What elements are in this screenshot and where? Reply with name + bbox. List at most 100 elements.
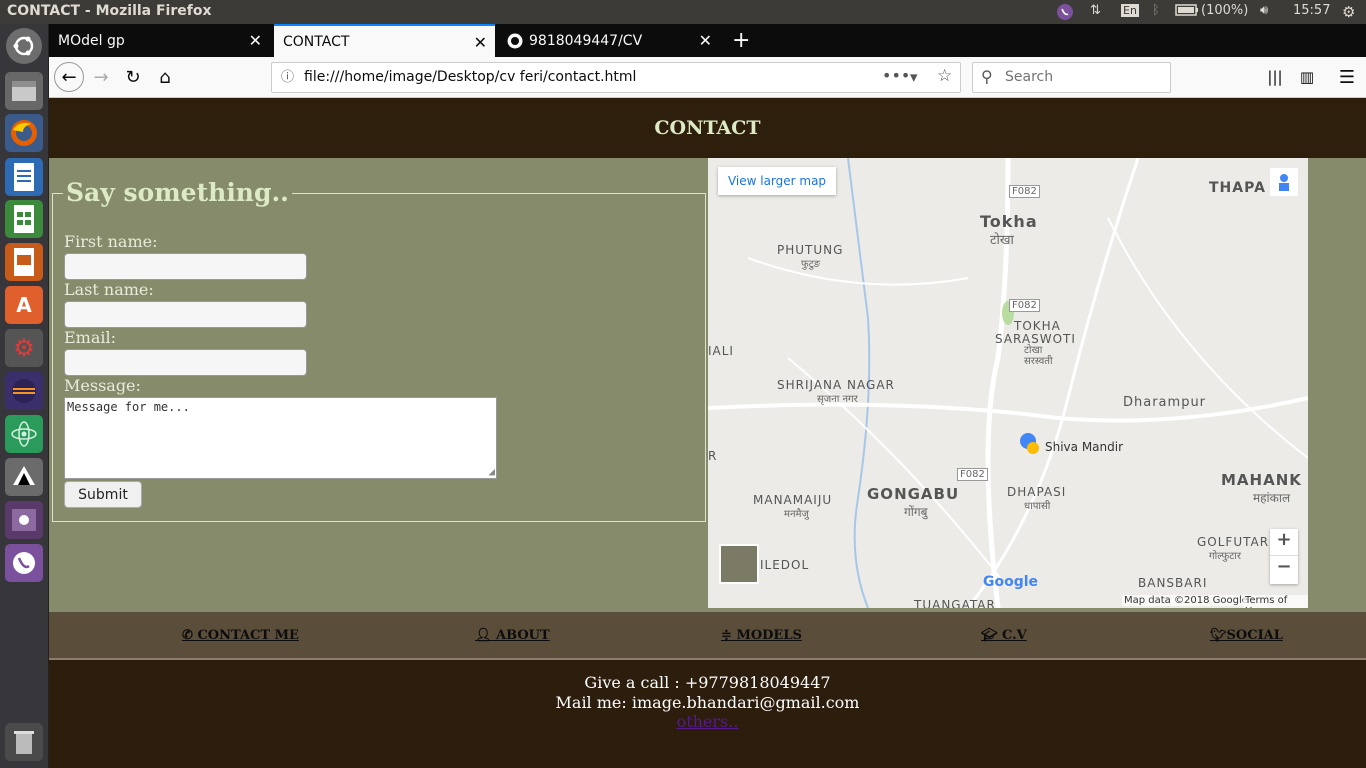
map-label: THAPA <box>1209 180 1266 196</box>
nav-contact-me[interactable]: ✆ CONTACT ME <box>182 628 299 643</box>
pegman-icon[interactable] <box>1270 168 1298 196</box>
nav-label: C.V <box>997 628 1027 643</box>
phone-icon: ✆ <box>182 628 193 643</box>
others-link[interactable]: others.. <box>677 712 739 731</box>
nav-cv[interactable]: 🎓︎ C.V <box>981 628 1027 643</box>
user-icon: 👤︎ <box>475 628 492 643</box>
map-label: धापासी <box>1024 501 1051 512</box>
url-text: file:///home/image/Desktop/cv feri/conta… <box>304 69 637 85</box>
search-bar[interactable]: ⚲ Search <box>972 62 1171 93</box>
bluetooth-icon[interactable]: ᛒ <box>1152 3 1160 18</box>
trash-icon[interactable] <box>5 723 43 761</box>
info-icon[interactable]: ⓘ <box>281 63 294 92</box>
submit-button[interactable]: Submit <box>64 481 142 508</box>
battery-percentage: (100%) <box>1201 3 1249 18</box>
ubuntu-dash-icon[interactable] <box>6 28 42 64</box>
firefox-icon[interactable] <box>5 114 43 152</box>
map-label: TOKHA <box>1014 319 1061 333</box>
page-actions-icon[interactable]: ••• <box>882 61 910 90</box>
map-label: GOLFUTAR <box>1197 535 1270 549</box>
reload-button[interactable]: ↻ <box>119 63 147 91</box>
battery-icon[interactable] <box>1175 3 1199 21</box>
volume-icon[interactable]: 🔊︎ <box>1260 3 1268 18</box>
calc-icon[interactable] <box>5 200 43 238</box>
writer-icon[interactable] <box>5 158 43 196</box>
message-textarea[interactable]: Message for me... ◢ <box>64 397 497 479</box>
sidebar-icon[interactable]: ▥ <box>1293 63 1321 91</box>
shiva-mandir-pin[interactable]: Shiva Mandir <box>1045 440 1123 454</box>
keyboard-layout-indicator[interactable]: En <box>1121 4 1139 17</box>
inkscape-icon[interactable] <box>5 458 43 496</box>
close-tab-icon[interactable]: ✕ <box>474 33 487 52</box>
map-label: IALI <box>708 344 734 358</box>
resize-handle-icon[interactable]: ◢ <box>488 465 495 478</box>
menu-icon[interactable]: ☰ <box>1333 63 1361 91</box>
settings-gear-icon[interactable]: ⚙ <box>1342 3 1355 21</box>
clock[interactable]: 15:57 <box>1293 3 1330 18</box>
terms-link[interactable]: Terms of Use <box>1243 595 1308 608</box>
contact-info: Give a call : +9779818049447 Mail me: im… <box>49 673 1366 732</box>
back-button[interactable]: ← <box>54 62 84 92</box>
system-settings-icon[interactable]: ⚙ <box>5 329 43 367</box>
map-label: R <box>708 449 718 463</box>
nav-models[interactable]: ≑ MODELS <box>721 628 802 643</box>
map-label: MANAMAIJU <box>753 493 833 507</box>
zoom-in-button[interactable]: + <box>1270 529 1298 556</box>
message-label: Message: <box>64 376 141 395</box>
eclipse-icon[interactable] <box>5 372 43 410</box>
road-marker: F082 <box>1009 185 1040 198</box>
last-name-label: Last name: <box>64 280 154 299</box>
message-placeholder: Message for me... <box>67 400 190 414</box>
close-tab-icon[interactable]: ✕ <box>249 31 262 50</box>
search-icon: ⚲ <box>981 67 993 86</box>
footer-nav: ✆ CONTACT ME 👤︎ ABOUT ≑ MODELS 🎓︎ C.V 🐦︎… <box>49 612 1366 660</box>
nav-label: CONTACT ME <box>197 628 299 643</box>
map-label: सृजना नगर <box>817 394 858 405</box>
atom-icon[interactable] <box>5 415 43 453</box>
last-name-input[interactable] <box>64 301 307 328</box>
email-input[interactable] <box>64 349 307 376</box>
pocket-icon[interactable]: ▾ <box>910 63 918 92</box>
google-map[interactable]: View larger map THAPA F082 Tokha टोखा PH… <box>708 158 1308 608</box>
files-icon[interactable] <box>5 72 43 110</box>
road-marker: F082 <box>957 468 988 481</box>
zoom-out-button[interactable]: − <box>1270 556 1298 583</box>
library-icon[interactable]: ||| <box>1261 63 1289 91</box>
map-data-text: Map data ©2018 Google <box>1122 595 1250 606</box>
firefox-window: MOdel gp ✕ CONTACT ✕ 9818049447/CV ✕ + ←… <box>49 24 1366 768</box>
bookmark-star-icon[interactable]: ☆ <box>937 62 952 91</box>
map-label: Dharampur <box>1123 395 1207 410</box>
media-player-icon[interactable] <box>5 501 43 539</box>
tab-model-gp[interactable]: MOdel gp ✕ <box>49 24 270 57</box>
tab-label: CONTACT <box>283 33 350 50</box>
nav-social[interactable]: 🐦︎SOCIAL <box>1210 628 1283 643</box>
viber-icon[interactable] <box>5 544 43 582</box>
tab-label: MOdel gp <box>58 32 125 49</box>
tab-cv[interactable]: 9818049447/CV ✕ <box>499 24 720 57</box>
satellite-toggle[interactable] <box>719 544 759 584</box>
nav-label: MODELS <box>736 628 802 643</box>
network-icon[interactable]: ⇅ <box>1090 3 1101 18</box>
map-label: महांकाल <box>1253 491 1291 505</box>
url-bar[interactable]: ⓘ file:///home/image/Desktop/cv feri/con… <box>271 62 961 93</box>
first-name-input[interactable] <box>64 253 307 280</box>
search-placeholder: Search <box>1005 69 1054 85</box>
zoom-control: + − <box>1270 529 1298 584</box>
map-label: BANSBARI <box>1138 576 1208 590</box>
new-tab-button[interactable]: + <box>727 24 757 57</box>
software-center-icon[interactable]: A <box>5 286 43 324</box>
nav-label: ABOUT <box>491 628 550 643</box>
forward-button[interactable]: → <box>87 63 115 91</box>
viber-tray-icon[interactable] <box>1056 3 1074 25</box>
tab-label: 9818049447/CV <box>529 32 643 49</box>
unity-launcher: A ⚙ <box>0 24 49 768</box>
window-title: CONTACT - Mozilla Firefox <box>7 3 212 19</box>
home-button[interactable]: ⌂ <box>151 63 179 91</box>
tab-contact[interactable]: CONTACT ✕ <box>274 24 495 57</box>
nav-about[interactable]: 👤︎ ABOUT <box>475 628 550 643</box>
map-label: SARASWOTI <box>995 332 1076 346</box>
close-tab-icon[interactable]: ✕ <box>699 31 712 50</box>
view-larger-map-link[interactable]: View larger map <box>718 167 836 195</box>
impress-icon[interactable] <box>5 243 43 281</box>
contact-section: Say something.. First name: Last name: E… <box>49 158 1366 612</box>
